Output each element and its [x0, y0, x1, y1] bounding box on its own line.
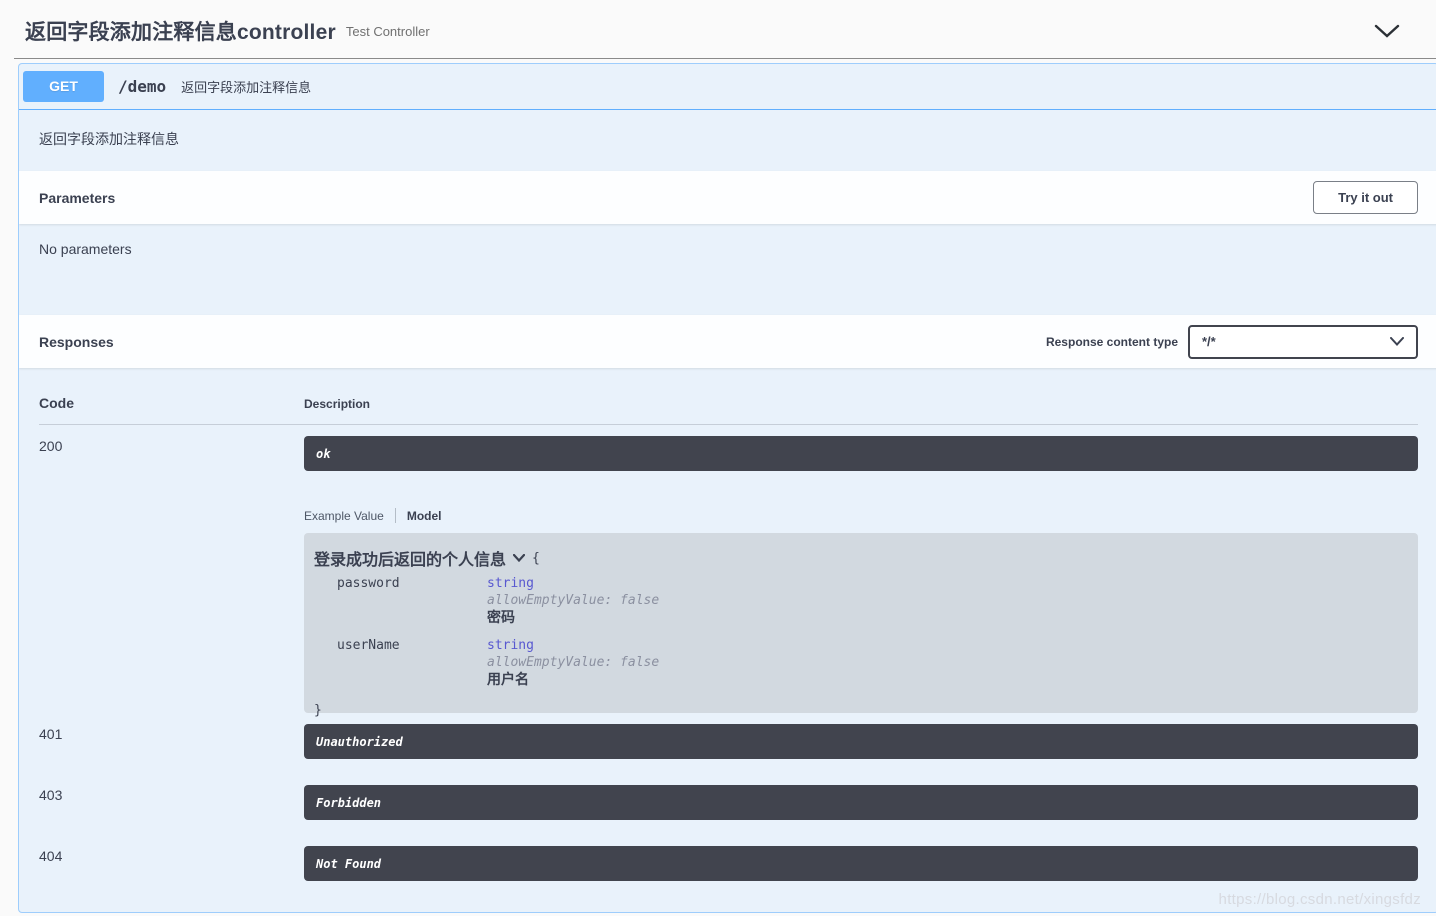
opblock-summary[interactable]: GET /demo 返回字段添加注释信息 — [19, 64, 1436, 110]
response-description: ok — [316, 447, 330, 461]
model-collapse-chevron-icon[interactable] — [513, 554, 525, 562]
response-code: 404 — [39, 846, 304, 881]
responses-section-header: Responses Response content type */* — [19, 315, 1436, 368]
property-attribute: allowEmptyValue: false — [487, 593, 659, 608]
tab-model[interactable]: Model — [407, 509, 442, 523]
response-description: Unauthorized — [316, 735, 403, 749]
model-tabs: Example Value Model — [304, 508, 1418, 523]
model-property-password: password string allowEmptyValue: false 密… — [337, 576, 1408, 625]
model-close-brace: } — [314, 703, 1408, 718]
property-type: string — [487, 638, 659, 654]
tab-separator — [395, 508, 396, 523]
controller-subtitle: Test Controller — [346, 24, 430, 39]
model-open-brace: { — [532, 551, 540, 566]
response-description: Not Found — [316, 857, 381, 871]
property-name: password — [337, 576, 487, 625]
endpoint-summary: 返回字段添加注释信息 — [181, 77, 311, 96]
response-row-403: 403 Forbidden — [39, 785, 1418, 820]
code-column-header: Code — [39, 395, 304, 411]
endpoint-description: 返回字段添加注释信息 — [19, 110, 1436, 171]
response-code: 200 — [39, 436, 304, 713]
response-row-200: 200 ok Example Value Model 登录成功后返回的个人信息 — [39, 436, 1418, 713]
property-description: 密码 — [487, 609, 659, 625]
controller-title: 返回字段添加注释信息controller — [25, 16, 336, 46]
response-code: 401 — [39, 724, 304, 759]
header-divider — [14, 58, 1436, 59]
model-property-username: userName string allowEmptyValue: false 用… — [337, 638, 1408, 687]
try-it-out-button[interactable]: Try it out — [1313, 181, 1418, 214]
property-name: userName — [337, 638, 487, 687]
response-row-404: 404 Not Found — [39, 846, 1418, 881]
response-description-bar: Not Found — [304, 846, 1418, 881]
chevron-down-icon — [1390, 337, 1404, 346]
response-content-type-label: Response content type — [1046, 335, 1178, 349]
responses-table-header: Code Description — [39, 395, 1418, 425]
endpoint-path: /demo — [118, 77, 166, 96]
parameters-title: Parameters — [39, 190, 115, 206]
property-type: string — [487, 576, 659, 592]
response-code: 403 — [39, 785, 304, 820]
no-parameters-text: No parameters — [19, 224, 1436, 315]
response-description: Forbidden — [316, 796, 381, 810]
property-description: 用户名 — [487, 671, 659, 687]
method-badge: GET — [23, 71, 104, 102]
tab-example-value[interactable]: Example Value — [304, 509, 384, 523]
model-title: 登录成功后返回的个人信息 — [314, 546, 506, 570]
opblock-get-demo: GET /demo 返回字段添加注释信息 返回字段添加注释信息 Paramete… — [18, 63, 1436, 913]
responses-title: Responses — [39, 334, 114, 350]
response-description-bar: Forbidden — [304, 785, 1418, 820]
response-content-type-select[interactable]: */* — [1188, 325, 1418, 359]
property-attribute: allowEmptyValue: false — [487, 655, 659, 670]
controller-header: 返回字段添加注释信息controller Test Controller — [0, 0, 1436, 58]
response-row-401: 401 Unauthorized — [39, 724, 1418, 759]
model-box: 登录成功后返回的个人信息 { password string allowEmpt… — [304, 533, 1418, 713]
description-column-header: Description — [304, 397, 370, 411]
parameters-section-header: Parameters Try it out — [19, 171, 1436, 224]
responses-table: Code Description 200 ok Example Value Mo… — [19, 368, 1436, 881]
collapse-controller-chevron-icon[interactable] — [1374, 24, 1400, 39]
response-content-type-value: */* — [1202, 334, 1216, 349]
response-content-type: Response content type */* — [1046, 325, 1418, 359]
response-description-bar: Unauthorized — [304, 724, 1418, 759]
response-description-bar: ok — [304, 436, 1418, 471]
